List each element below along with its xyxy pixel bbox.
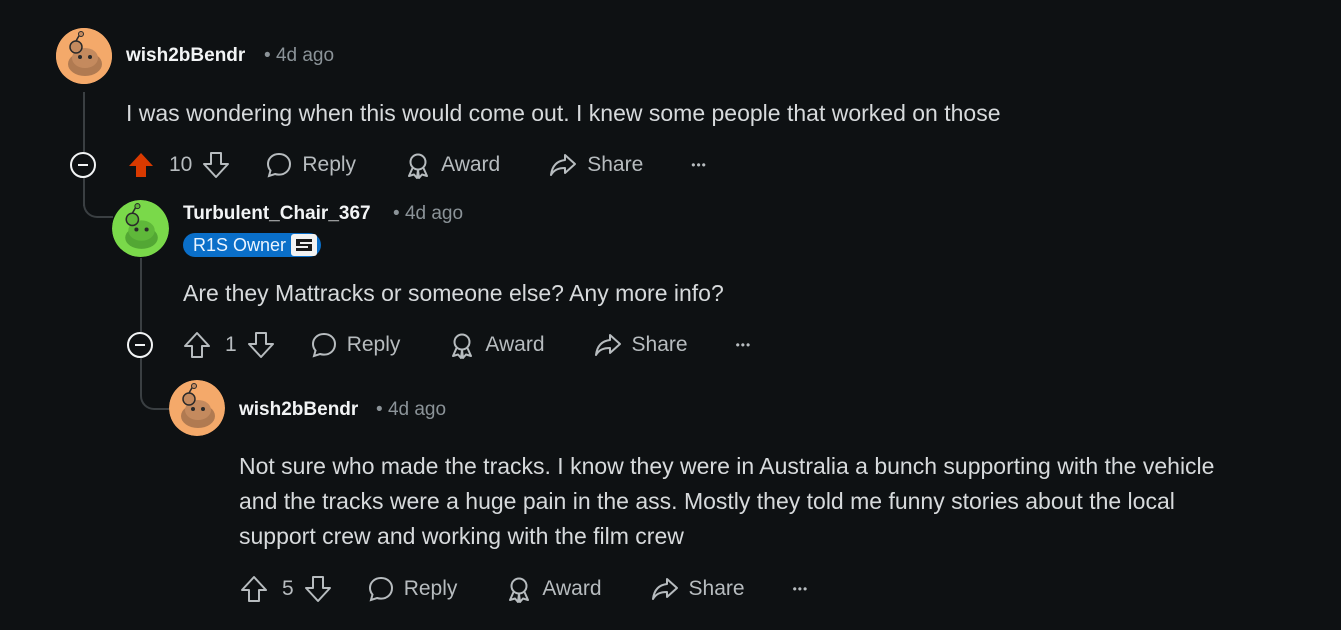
collapse-thread-button[interactable] <box>70 152 96 178</box>
snoo-avatar-icon <box>56 28 112 84</box>
avatar[interactable] <box>169 380 225 436</box>
share-icon <box>550 154 577 176</box>
comment-meta: • 4d ago <box>376 399 446 421</box>
meta-separator: • <box>376 399 383 420</box>
thread-connector <box>140 358 170 410</box>
user-flair: R1S Owner <box>183 233 322 257</box>
reply-label: Reply <box>302 153 357 176</box>
comment-body-line: Not sure who made the tracks. I know the… <box>239 453 1215 479</box>
comment-timestamp[interactable]: 4d ago <box>276 45 334 66</box>
downvote-button[interactable] <box>246 330 276 360</box>
meta-separator: • <box>393 203 400 224</box>
award-label: Award <box>485 333 545 356</box>
comment-bubble-icon <box>311 332 336 358</box>
more-options-icon: ••• <box>792 582 809 596</box>
reply-label: Reply <box>346 333 401 356</box>
more-options-button[interactable]: ••• <box>736 338 752 352</box>
more-options-button[interactable]: ••• <box>691 158 707 172</box>
share-label: Share <box>688 577 745 600</box>
snoo-avatar-icon <box>169 380 225 436</box>
downvote-icon <box>203 152 230 178</box>
thread-line <box>140 258 142 332</box>
share-button[interactable]: Share <box>650 575 745 603</box>
award-icon <box>408 153 429 179</box>
award-button[interactable]: Award <box>404 151 500 179</box>
upvote-button[interactable] <box>126 150 156 180</box>
upvote-button[interactable] <box>182 330 212 360</box>
rivian-logo-icon <box>291 234 318 256</box>
comment-author[interactable]: Turbulent_Chair_367 <box>183 203 371 225</box>
reply-label: Reply <box>403 577 458 600</box>
share-icon <box>594 334 621 356</box>
share-label: Share <box>631 333 688 356</box>
vote-group: 10 <box>126 150 231 180</box>
share-icon <box>651 578 678 600</box>
share-label: Share <box>587 153 644 176</box>
meta-separator: • <box>264 45 271 66</box>
comment-timestamp[interactable]: 4d ago <box>405 203 463 224</box>
vote-score: 1 <box>225 333 237 356</box>
upvote-icon <box>184 332 210 358</box>
thread-connector <box>83 180 113 218</box>
award-icon <box>452 333 473 359</box>
comment-actions: 5 Reply Award Share ••• <box>239 571 808 607</box>
vote-score: 10 <box>169 153 193 176</box>
comment-author[interactable]: wish2bBendr <box>126 45 245 67</box>
upvote-active-icon <box>129 153 153 177</box>
reply-button[interactable]: Reply <box>310 331 401 359</box>
comment-body-line: and the tracks were a huge pain in the a… <box>239 488 1175 514</box>
thread-line <box>83 92 85 152</box>
vote-score: 5 <box>282 577 294 600</box>
downvote-icon <box>247 332 274 358</box>
more-options-button[interactable]: ••• <box>793 582 809 596</box>
share-button[interactable]: Share <box>548 151 643 179</box>
more-options-icon: ••• <box>691 158 707 172</box>
comment-body: I was wondering when this would come out… <box>126 100 1001 126</box>
reply-button[interactable]: Reply <box>265 151 356 179</box>
avatar[interactable] <box>112 200 169 257</box>
comment-meta: • 4d ago <box>264 45 334 67</box>
award-button[interactable]: Award <box>448 331 545 359</box>
award-icon <box>509 577 530 603</box>
vote-group: 1 <box>182 330 276 360</box>
upvote-icon <box>241 576 267 602</box>
comment-body: Are they Mattracks or someone else? Any … <box>183 280 724 306</box>
comment-actions: 1 Reply Award Share ••• <box>182 327 751 363</box>
comment-author[interactable]: wish2bBendr <box>239 399 358 421</box>
award-button[interactable]: Award <box>505 575 602 603</box>
comment-bubble-icon <box>368 576 393 602</box>
comment-bubble-icon <box>267 152 292 178</box>
comment-timestamp[interactable]: 4d ago <box>388 399 446 420</box>
avatar[interactable] <box>56 28 112 84</box>
award-label: Award <box>542 577 602 600</box>
comment-body: Not sure who made the tracks. I know the… <box>239 449 1319 554</box>
reply-button[interactable]: Reply <box>367 575 458 603</box>
downvote-icon <box>304 576 331 602</box>
upvote-button[interactable] <box>239 574 269 604</box>
award-label: Award <box>441 153 501 176</box>
vote-group: 5 <box>239 574 333 604</box>
comment-actions: 10 Reply Award Share ••• <box>126 147 707 183</box>
comment-body-line: support crew and working with the film c… <box>239 523 684 549</box>
flair-label: R1S Owner <box>193 234 287 255</box>
collapse-thread-button[interactable] <box>127 332 153 358</box>
more-options-icon: ••• <box>735 338 752 352</box>
downvote-button[interactable] <box>303 574 333 604</box>
downvote-button[interactable] <box>201 150 231 180</box>
comment-meta: • 4d ago <box>393 203 463 225</box>
snoo-avatar-icon <box>112 200 169 257</box>
share-button[interactable]: Share <box>593 331 688 359</box>
